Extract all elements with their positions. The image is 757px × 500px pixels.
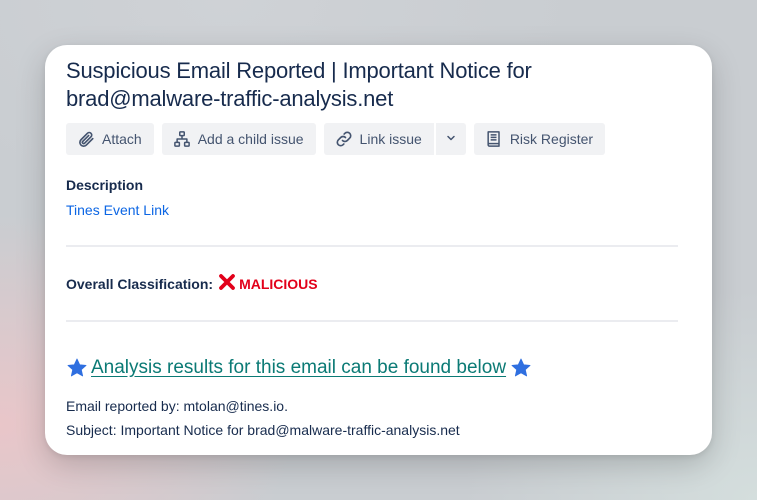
issue-toolbar: Attach Add a child issue Link issue Risk…	[66, 123, 613, 155]
risk-register-button[interactable]: Risk Register	[473, 123, 606, 155]
classification-value: MALICIOUS	[239, 275, 318, 292]
classification-label: Overall Classification:	[66, 275, 214, 292]
link-issue-button[interactable]: Link issue	[323, 123, 434, 155]
divider	[66, 320, 678, 322]
link-issue-group: Link issue	[323, 123, 466, 155]
link-icon	[334, 129, 354, 149]
blue-star-icon	[66, 357, 88, 379]
blue-star-icon	[510, 357, 532, 379]
attach-label: Attach	[102, 131, 142, 147]
issue-title[interactable]: Suspicious Email Reported | Important No…	[66, 57, 686, 113]
red-cross-icon	[218, 273, 236, 294]
book-icon	[484, 129, 504, 149]
analysis-headline: Analysis results for this email can be f…	[66, 357, 532, 379]
link-issue-label: Link issue	[359, 131, 422, 147]
subject-text: Subject: Important Notice for brad@malwa…	[66, 422, 460, 438]
divider	[66, 245, 678, 247]
link-issue-dropdown-button[interactable]	[433, 123, 466, 155]
issue-card: Suspicious Email Reported | Important No…	[45, 45, 712, 455]
paperclip-icon	[76, 129, 96, 149]
tines-event-link[interactable]: Tines Event Link	[66, 202, 169, 218]
reported-by-text: Email reported by: mtolan@tines.io.	[66, 398, 288, 414]
add-child-issue-label: Add a child issue	[197, 131, 304, 147]
add-child-issue-button[interactable]: Add a child issue	[161, 123, 316, 155]
description-heading: Description	[66, 177, 144, 193]
analysis-headline-text[interactable]: Analysis results for this email can be f…	[91, 357, 506, 379]
risk-register-label: Risk Register	[509, 131, 594, 147]
hierarchy-icon	[172, 129, 192, 149]
overall-classification: Overall Classification: MALICIOUS	[66, 273, 318, 294]
chevron-down-icon	[445, 131, 457, 147]
attach-button[interactable]: Attach	[66, 123, 154, 155]
